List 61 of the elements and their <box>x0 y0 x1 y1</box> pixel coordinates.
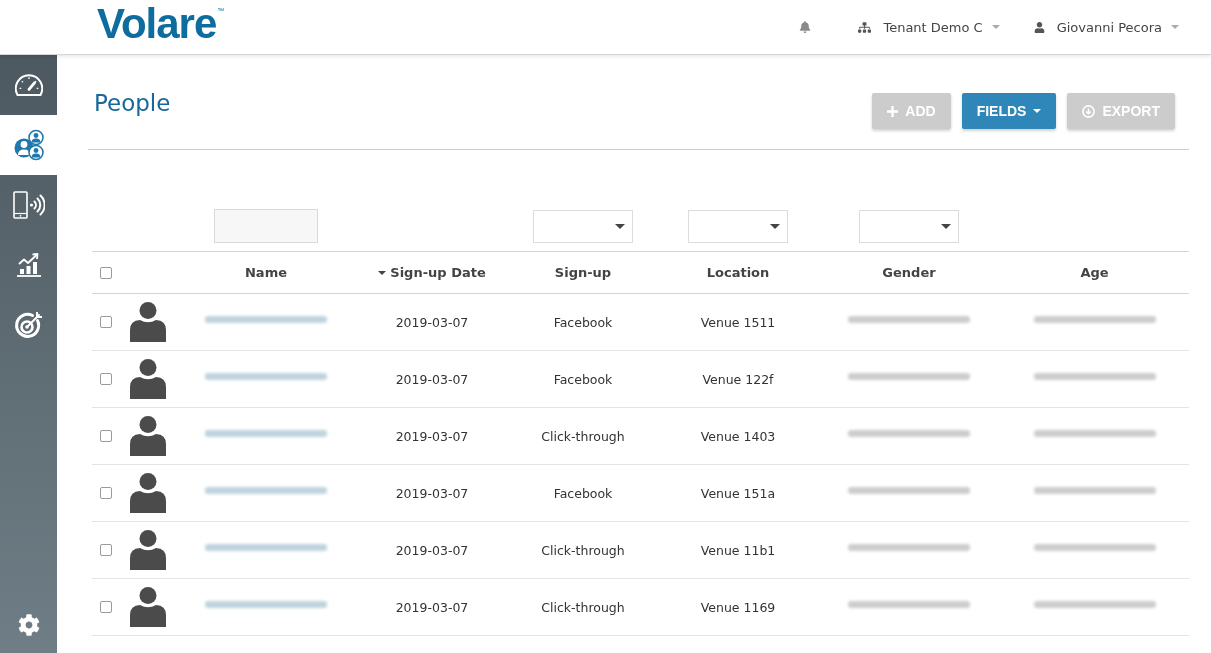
column-header[interactable]: Sign-up <box>554 265 612 280</box>
bar-chart-icon <box>15 253 42 277</box>
caret-down-icon <box>1171 25 1179 29</box>
column-header[interactable]: Gender <box>882 265 936 280</box>
logo: Volare <box>97 3 217 45</box>
tenant-menu[interactable]: Tenant Demo C <box>858 19 1000 35</box>
table-cell: Facebook <box>553 485 613 501</box>
menu-button[interactable]: FIELDS <box>961 93 1057 129</box>
page-title: People <box>94 89 171 117</box>
checkbox[interactable] <box>100 487 112 499</box>
avatar-icon <box>130 359 166 399</box>
checkbox[interactable] <box>100 601 112 613</box>
settings-icon <box>17 613 40 636</box>
table-cell: 2019-03-07 <box>395 485 469 501</box>
target-dart-icon <box>13 310 44 340</box>
table-cell: Venue 1511 <box>700 314 776 330</box>
table-cell: 2019-03-07 <box>395 371 469 387</box>
mobile-signal-icon <box>12 191 45 219</box>
plus-icon <box>887 105 899 117</box>
org-chart-icon <box>858 20 872 34</box>
table-cell: Click-through <box>541 428 625 444</box>
checkbox[interactable] <box>100 373 112 385</box>
table-cell: Venue 151a <box>700 485 776 501</box>
avatar-icon <box>130 302 166 342</box>
download-circle-icon <box>1082 104 1096 118</box>
table-cell: Facebook <box>553 371 613 387</box>
checkbox[interactable] <box>100 430 112 442</box>
avatar-icon <box>130 473 166 513</box>
table-cell: Venue 1403 <box>700 428 776 444</box>
avatar-icon <box>130 416 166 456</box>
avatar-icon <box>130 587 166 627</box>
people-group-icon <box>12 129 45 161</box>
caret-down-icon <box>615 223 625 229</box>
table-cell: 2019-03-07 <box>395 599 469 615</box>
caret-down-icon <box>1033 109 1042 113</box>
caret-down-icon <box>991 25 1000 29</box>
gauge-icon <box>14 74 43 96</box>
user-menu[interactable]: Giovanni Pecora <box>1033 19 1179 35</box>
checkbox[interactable] <box>100 544 112 556</box>
user-icon <box>1033 21 1045 33</box>
caret-down-icon <box>770 223 780 229</box>
column-header[interactable]: Sign-up Date <box>378 265 486 280</box>
table-cell: Venue 1169 <box>700 599 776 615</box>
table-cell: Click-through <box>541 599 625 615</box>
nav-item[interactable] <box>0 115 57 175</box>
caret-down-icon <box>941 223 951 229</box>
table-cell: 2019-03-07 <box>395 542 469 558</box>
table-cell: 2019-03-07 <box>395 428 469 444</box>
notifications-bell-icon[interactable] <box>799 21 812 33</box>
filter-input[interactable] <box>214 209 318 243</box>
checkbox[interactable] <box>100 316 112 328</box>
avatar-icon <box>130 530 166 570</box>
table-cell: Venue 11b1 <box>700 542 776 558</box>
table-cell: Facebook <box>553 314 613 330</box>
table-cell: Click-through <box>541 542 625 558</box>
checkbox[interactable] <box>100 266 112 279</box>
table-cell: Venue 122f <box>702 371 774 387</box>
column-header[interactable]: Name <box>245 265 287 280</box>
table-cell: 2019-03-07 <box>395 314 469 330</box>
column-header[interactable]: Location <box>706 265 770 280</box>
column-header[interactable]: Age <box>1080 265 1109 280</box>
